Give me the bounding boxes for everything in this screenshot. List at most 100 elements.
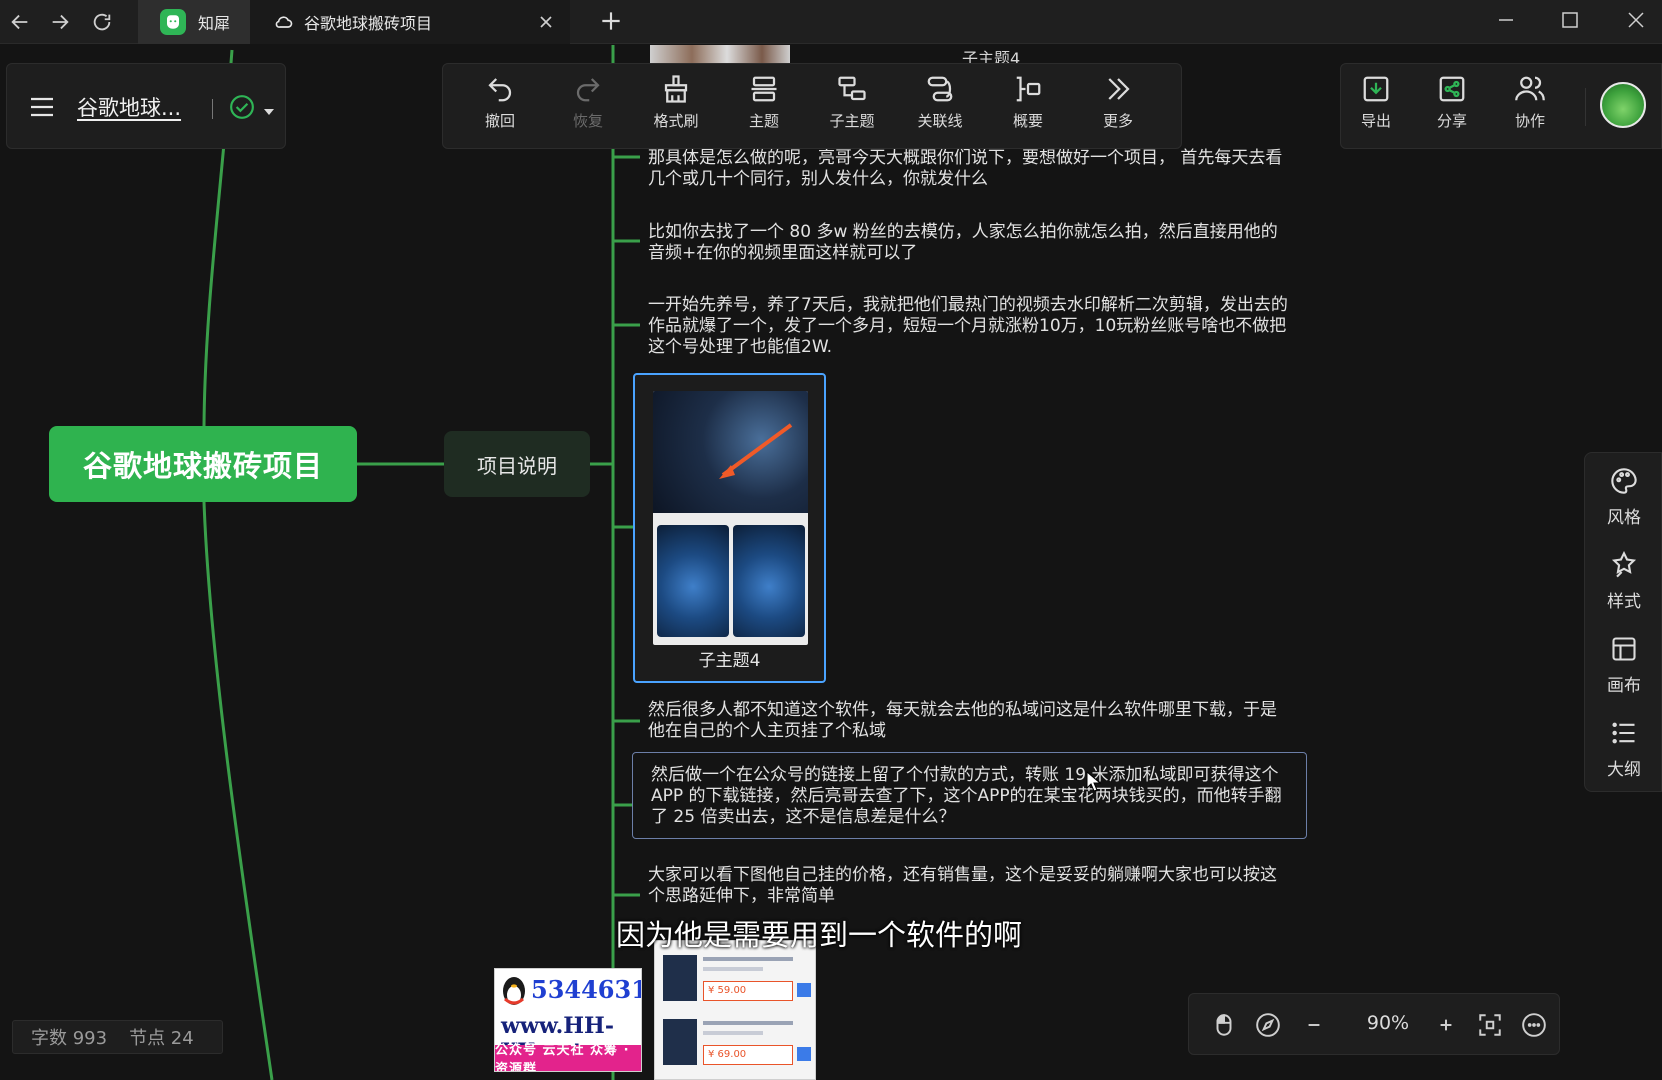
price-list-screenshot: ¥ 59.00 ¥ 69.00 xyxy=(654,940,816,1080)
video-subtitle: 因为他是需要用到一个软件的啊 xyxy=(616,918,1023,952)
redo-icon xyxy=(576,78,600,102)
pin-star-icon xyxy=(1611,551,1637,578)
qq-penguin-icon xyxy=(503,977,525,1005)
tab-app-home[interactable]: 知犀 xyxy=(138,0,250,44)
qq-watermark: 53446314 www.HH-XX.net 公众号 云天社 众筹 · 资源群 xyxy=(494,968,642,1072)
double-chevron-right-icon xyxy=(1108,78,1130,100)
side-item-label: 画布 xyxy=(1607,676,1641,696)
subtopic-label: 子主题 xyxy=(829,112,875,130)
collaborate-label: 协作 xyxy=(1514,112,1545,130)
divider xyxy=(1585,88,1586,126)
redo-button[interactable]: 恢复 xyxy=(553,74,623,140)
relation-line-button[interactable]: 关联线 xyxy=(905,74,975,140)
more-label: 更多 xyxy=(1102,112,1133,130)
word-count: 字数 993 xyxy=(31,1028,108,1049)
redo-label: 恢复 xyxy=(572,112,603,130)
side-item-outline[interactable]: 大纲 xyxy=(1585,719,1662,789)
format-brush-icon xyxy=(664,75,688,103)
maximize-icon[interactable] xyxy=(1558,8,1586,36)
document-stats: 字数 993 节点 24 xyxy=(12,1020,223,1054)
right-side-panel: 风格 样式 画布 大纲 xyxy=(1584,452,1662,792)
image-node-caption: 子主题4 xyxy=(698,651,761,671)
main-toolbar: 撤回 恢复 格式刷 主题 子主题 关联线 概要 更多 xyxy=(442,63,1182,149)
subtopic-icon xyxy=(838,76,866,101)
topic-node[interactable]: 比如你去找了一个 80 多w 粉丝的去模仿，人家怎么拍你就怎么拍，然后直接用他的… xyxy=(648,222,1288,264)
summary-button[interactable]: 概要 xyxy=(993,74,1063,140)
relation-line-icon xyxy=(927,76,953,102)
title-bar: 知犀 谷歌地球搬砖项目 xyxy=(0,0,1662,44)
side-item-theme-style[interactable]: 风格 xyxy=(1585,467,1662,537)
sync-check-icon[interactable] xyxy=(229,94,255,120)
chevron-down-icon[interactable] xyxy=(263,102,275,115)
back-arrow-icon[interactable] xyxy=(6,8,34,36)
topic-node[interactable]: 然后很多人都不知道这个软件，每天就会去他的私域问这是什么软件哪里下载，于是他在自… xyxy=(648,700,1288,742)
selected-topic-node[interactable]: 然后做一个在公众号的链接上留了个付款的方式，转账 19 米添加私域即可获得这个A… xyxy=(632,752,1307,839)
more-options-icon[interactable] xyxy=(1521,1012,1547,1038)
side-item-canvas[interactable]: 画布 xyxy=(1585,635,1662,705)
format-brush-label: 格式刷 xyxy=(653,112,699,130)
more-button[interactable]: 更多 xyxy=(1083,74,1153,140)
collaborate-button[interactable]: 协作 xyxy=(1495,74,1565,140)
topic-icon xyxy=(751,76,777,102)
red-arrow-icon xyxy=(719,423,793,479)
summary-icon xyxy=(1016,76,1041,102)
root-topic[interactable]: 谷歌地球搬砖项目 xyxy=(49,426,357,502)
palette-icon xyxy=(1611,468,1637,494)
branch-topic[interactable]: 项目说明 xyxy=(444,431,590,497)
file-panel: 谷歌地球... xyxy=(6,63,286,149)
partial-image-node[interactable] xyxy=(650,45,790,63)
user-avatar[interactable] xyxy=(1600,82,1646,128)
side-item-label: 样式 xyxy=(1607,592,1641,612)
hamburger-menu-icon[interactable] xyxy=(29,96,55,118)
earth-thumbnail xyxy=(733,525,805,637)
share-button[interactable]: 分享 xyxy=(1417,74,1487,140)
format-brush-button[interactable]: 格式刷 xyxy=(641,74,711,140)
mouse-mode-icon[interactable] xyxy=(1211,1012,1237,1038)
node-count: 节点 24 xyxy=(129,1028,194,1049)
fit-screen-icon[interactable] xyxy=(1477,1012,1503,1038)
zoom-level[interactable]: 90% xyxy=(1353,1012,1423,1034)
side-item-label: 风格 xyxy=(1607,508,1641,528)
relation-line-label: 关联线 xyxy=(917,112,963,130)
tab-label: 谷歌地球搬砖项目 xyxy=(304,14,433,33)
zhixi-logo-icon xyxy=(160,9,186,35)
forward-arrow-icon[interactable] xyxy=(46,8,74,36)
list-icon xyxy=(1612,722,1635,744)
share-icon xyxy=(1439,76,1465,102)
side-item-label: 大纲 xyxy=(1607,760,1641,780)
side-item-style[interactable]: 样式 xyxy=(1585,551,1662,621)
summary-label: 概要 xyxy=(1012,112,1043,130)
topic-node[interactable]: 一开始先养号，养了7天后，我就把他们最热门的视频去水印解析二次剪辑，发出去的作品… xyxy=(648,295,1288,358)
topic-node[interactable]: 大家可以看下图他自己挂的价格，还有销售量，这个是妥妥的躺赚啊大家也可以按这个思路… xyxy=(648,865,1288,907)
close-window-icon[interactable] xyxy=(1624,8,1652,36)
mouse-cursor-icon xyxy=(1086,771,1102,792)
undo-label: 撤回 xyxy=(484,112,515,130)
app-window: 知犀 谷歌地球搬砖项目 子主题4 谷歌地球搬砖项目 项目说明 那具体是怎么做的呢… xyxy=(0,0,1662,1080)
app-screenshot-image xyxy=(653,391,808,645)
topic-node[interactable]: 那具体是怎么做的呢，亮哥今天大概跟你们说下，要想做好一个项目， 首先每天去看几个… xyxy=(648,148,1288,190)
zoom-controls: 90% xyxy=(1188,993,1560,1055)
close-tab-icon[interactable] xyxy=(536,12,556,32)
zoom-out-button[interactable] xyxy=(1301,1012,1327,1038)
watermark-band: 公众号 云天社 众筹 · 资源群 xyxy=(495,1043,641,1071)
divider xyxy=(212,99,213,119)
topic-button[interactable]: 主题 xyxy=(729,74,799,140)
minimize-icon[interactable] xyxy=(1494,8,1522,36)
refresh-icon[interactable] xyxy=(88,8,116,36)
subtopic-button[interactable]: 子主题 xyxy=(817,74,887,140)
compass-icon[interactable] xyxy=(1255,1012,1281,1038)
tab-label: 知犀 xyxy=(198,14,231,33)
layout-icon xyxy=(1612,637,1636,661)
image-topic-node[interactable]: 子主题4 xyxy=(633,373,826,683)
new-tab-plus-icon[interactable] xyxy=(598,8,626,36)
tab-document[interactable]: 谷歌地球搬砖项目 xyxy=(250,0,570,44)
export-button[interactable]: 导出 xyxy=(1341,74,1411,140)
undo-icon xyxy=(488,78,512,102)
zoom-in-button[interactable] xyxy=(1433,1012,1459,1038)
users-icon xyxy=(1515,76,1545,101)
earth-thumbnail xyxy=(657,525,729,637)
watermark-qq-number: 53446314 xyxy=(531,975,641,1004)
undo-button[interactable]: 撤回 xyxy=(465,74,535,140)
document-title[interactable]: 谷歌地球... xyxy=(77,92,181,122)
cloud-icon xyxy=(274,12,294,32)
